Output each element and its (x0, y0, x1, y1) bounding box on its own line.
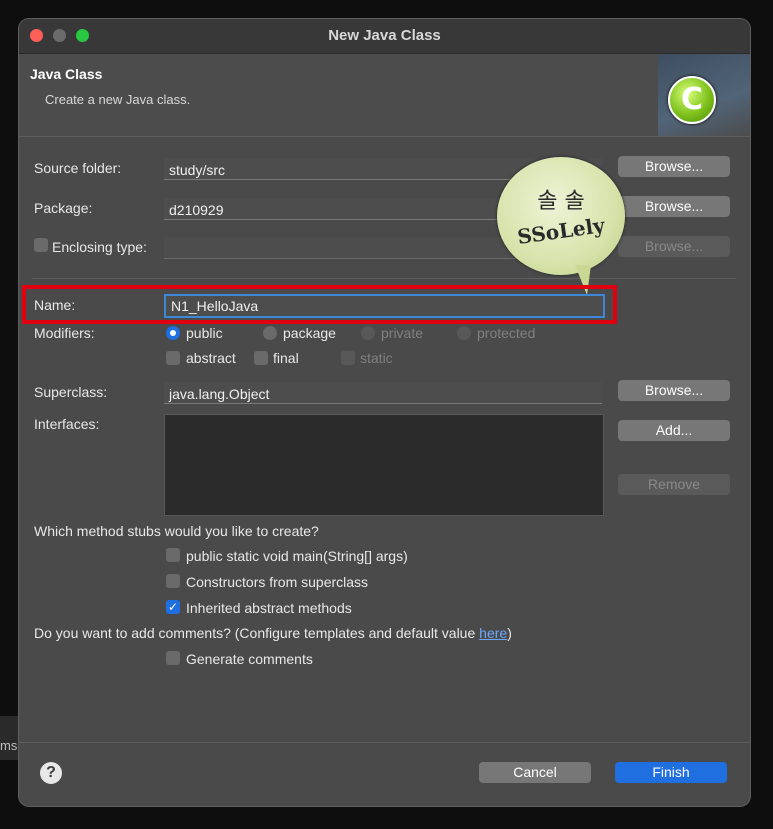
generate-comments-label: Generate comments (186, 651, 313, 667)
name-label: Name: (34, 297, 76, 313)
generate-comments-checkbox[interactable] (166, 651, 180, 665)
footer-separator (19, 742, 750, 743)
help-icon[interactable]: ? (40, 762, 62, 784)
inherited-methods-checkbox[interactable]: ✓ (166, 600, 180, 614)
abstract-checkbox[interactable] (166, 351, 180, 365)
background-text: ms (0, 738, 18, 753)
static-checkbox[interactable] (341, 351, 355, 365)
modifier-public-label: public (186, 325, 223, 341)
static-label: static (360, 350, 393, 366)
package-label: Package: (34, 200, 93, 216)
method-stubs-question: Which method stubs would you like to cre… (34, 523, 319, 539)
interfaces-remove-button[interactable]: Remove (618, 474, 730, 495)
source-folder-label: Source folder: (34, 160, 122, 176)
finish-button[interactable]: Finish (615, 762, 727, 783)
superclass-browse-button[interactable]: Browse... (618, 380, 730, 401)
constructors-checkbox[interactable] (166, 574, 180, 588)
watermark-bubble: 솔 솔 SSoLely (497, 157, 625, 275)
new-java-class-dialog: New Java Class Java Class Create a new J… (19, 19, 750, 806)
modifier-private-radio[interactable] (361, 326, 375, 340)
window-title: New Java Class (328, 27, 441, 44)
interfaces-list[interactable] (164, 414, 604, 516)
comments-question-text: Do you want to add comments? (Configure … (34, 625, 480, 641)
watermark-line2: SSoLely (515, 213, 607, 249)
main-method-label: public static void main(String[] args) (186, 548, 408, 564)
superclass-label: Superclass: (34, 384, 108, 400)
configure-templates-link[interactable]: here (479, 625, 507, 641)
modifier-protected-radio[interactable] (457, 326, 471, 340)
modifier-package-radio[interactable] (263, 326, 277, 340)
constructors-label: Constructors from superclass (186, 574, 369, 590)
enclosing-type-browse-button[interactable]: Browse... (618, 236, 730, 257)
interfaces-label: Interfaces: (34, 416, 100, 432)
watermark-line1: 솔 솔 (537, 189, 585, 214)
source-folder-browse-button[interactable]: Browse... (618, 156, 730, 177)
modifier-protected-label: protected (477, 325, 536, 341)
enclosing-type-label: Enclosing type: (52, 239, 147, 255)
modifier-public-radio[interactable] (166, 326, 180, 340)
abstract-label: abstract (186, 350, 236, 366)
superclass-input[interactable]: java.lang.Object (164, 382, 602, 404)
enclosing-type-checkbox[interactable] (34, 238, 48, 252)
modifier-private-label: private (381, 325, 424, 341)
name-input[interactable]: N1_HelloJava (164, 294, 605, 318)
java-class-icon: C (668, 76, 716, 124)
modifier-package-label: package (283, 325, 336, 341)
wizard-banner: C (658, 54, 750, 136)
package-browse-button[interactable]: Browse... (618, 196, 730, 217)
final-checkbox[interactable] (254, 351, 268, 365)
inherited-methods-label: Inherited abstract methods (186, 600, 352, 616)
modifiers-label: Modifiers: (34, 325, 95, 341)
separator (32, 278, 736, 279)
main-method-checkbox[interactable] (166, 548, 180, 562)
title-bar: New Java Class (19, 19, 750, 54)
wizard-header: Java Class Create a new Java class. C (19, 54, 750, 137)
interfaces-add-button[interactable]: Add... (618, 420, 730, 441)
wizard-subtitle: Create a new Java class. (45, 92, 191, 107)
comments-question-suffix: ) (507, 625, 512, 641)
comments-question: Do you want to add comments? (Configure … (34, 625, 512, 641)
wizard-title: Java Class (30, 66, 103, 82)
cancel-button[interactable]: Cancel (479, 762, 591, 783)
final-label: final (273, 350, 299, 366)
